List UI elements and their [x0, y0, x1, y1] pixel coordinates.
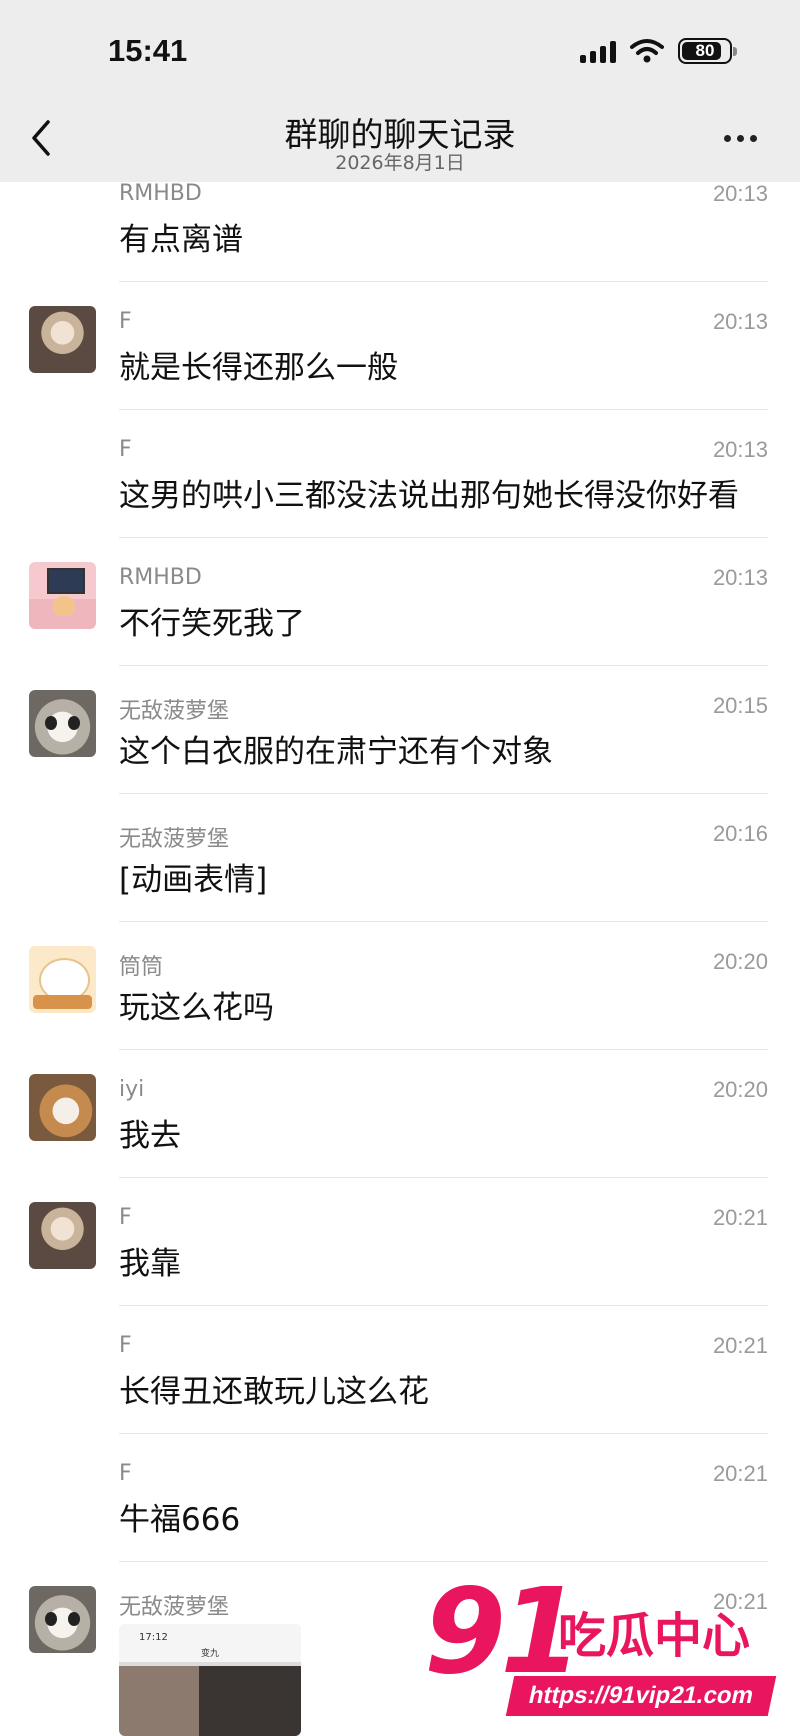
message-text: 牛福666	[119, 1502, 241, 1538]
page-subtitle-date: 2026年8月1日	[335, 152, 465, 174]
message-time: 20:21	[712, 1205, 768, 1230]
image-preview-time: 17:12	[139, 1632, 168, 1643]
message-row[interactable]: F 20:13 这男的哄小三都没法说出那句她长得没你好看	[0, 410, 800, 538]
message-row[interactable]: F 20:21 牛福666	[0, 1434, 800, 1562]
message-row[interactable]: F 20:13 就是长得还那么一般	[0, 282, 800, 410]
sender-name: RMHBD	[119, 181, 202, 206]
image-photo	[199, 1666, 301, 1736]
message-row[interactable]: 筒筒 20:20 玩这么花吗	[0, 922, 800, 1050]
avatar[interactable]	[29, 946, 96, 1013]
watermark-url: https://91vip21.com	[505, 1676, 777, 1716]
avatar[interactable]	[29, 1202, 96, 1269]
more-options-button[interactable]	[724, 128, 764, 148]
status-time: 15:41	[108, 33, 188, 68]
message-text: 玩这么花吗	[119, 990, 274, 1026]
sender-name: 无敌菠萝堡	[119, 1595, 230, 1620]
sender-name: F	[119, 309, 132, 334]
cellular-signal-icon	[580, 39, 616, 63]
sender-name: F	[119, 1205, 132, 1230]
message-text: 这男的哄小三都没法说出那句她长得没你好看	[119, 478, 739, 514]
sender-name: 无敌菠萝堡	[119, 699, 230, 724]
message-time: 20:15	[712, 693, 768, 718]
message-time: 20:20	[712, 1077, 768, 1102]
message-time: 20:13	[712, 181, 768, 206]
message-time: 20:21	[712, 1333, 768, 1358]
watermark: 91 吃瓜中心 https://91vip21.com	[424, 1562, 777, 1730]
message-text: 我靠	[119, 1246, 181, 1282]
message-row[interactable]: 无敌菠萝堡 20:15 这个白衣服的在肃宁还有个对象	[0, 666, 800, 794]
sender-name: 筒筒	[119, 955, 164, 980]
message-time: 20:13	[712, 309, 768, 334]
message-row[interactable]: 无敌菠萝堡 20:16 [动画表情]	[0, 794, 800, 922]
message-text: 有点离谱	[119, 222, 243, 258]
avatar[interactable]	[29, 1074, 96, 1141]
image-photo	[119, 1666, 199, 1736]
message-text: 长得丑还敢玩儿这么花	[119, 1374, 429, 1410]
wifi-icon	[630, 39, 664, 63]
message-text: 不行笑死我了	[119, 606, 305, 642]
dot-icon	[724, 134, 731, 142]
message-row[interactable]: RMHBD 20:13 不行笑死我了	[0, 538, 800, 666]
top-bar: 15:41 80 群聊的聊天记录 2026年8月1日	[0, 0, 800, 182]
message-text: 我去	[119, 1118, 181, 1154]
message-row[interactable]: iyi 20:20 我去	[0, 1050, 800, 1178]
sender-name: iyi	[119, 1077, 145, 1102]
message-row[interactable]: F 20:21 我靠	[0, 1178, 800, 1306]
dot-icon	[737, 134, 744, 142]
message-row[interactable]: F 20:21 长得丑还敢玩儿这么花	[0, 1306, 800, 1434]
sender-name: 无敌菠萝堡	[119, 827, 230, 852]
message-text: [动画表情]	[119, 862, 268, 898]
avatar[interactable]	[29, 562, 96, 629]
avatar[interactable]	[29, 1586, 96, 1653]
avatar[interactable]	[29, 690, 96, 757]
image-preview-title: 变九	[200, 1649, 219, 1659]
image-message[interactable]: 17:12 变九	[119, 1624, 301, 1736]
battery-percent: 80	[695, 41, 715, 60]
avatar[interactable]	[29, 306, 96, 373]
image-preview-header: 17:12 变九	[119, 1624, 301, 1662]
sender-name: F	[119, 1461, 132, 1486]
message-time: 20:21	[712, 1461, 768, 1486]
message-time: 20:13	[712, 565, 768, 590]
sender-name: F	[119, 1333, 132, 1358]
message-time: 20:16	[712, 821, 768, 846]
watermark-name: 吃瓜中心	[558, 1608, 751, 1664]
message-text: 这个白衣服的在肃宁还有个对象	[119, 734, 553, 770]
message-time: 20:13	[712, 437, 768, 462]
message-text: 就是长得还那么一般	[119, 350, 398, 386]
sender-name: RMHBD	[119, 565, 202, 590]
battery-icon: 80	[678, 38, 737, 64]
sender-name: F	[119, 437, 132, 462]
message-time: 20:20	[712, 949, 768, 974]
dot-icon	[750, 134, 757, 142]
status-icons: 80	[580, 38, 737, 64]
